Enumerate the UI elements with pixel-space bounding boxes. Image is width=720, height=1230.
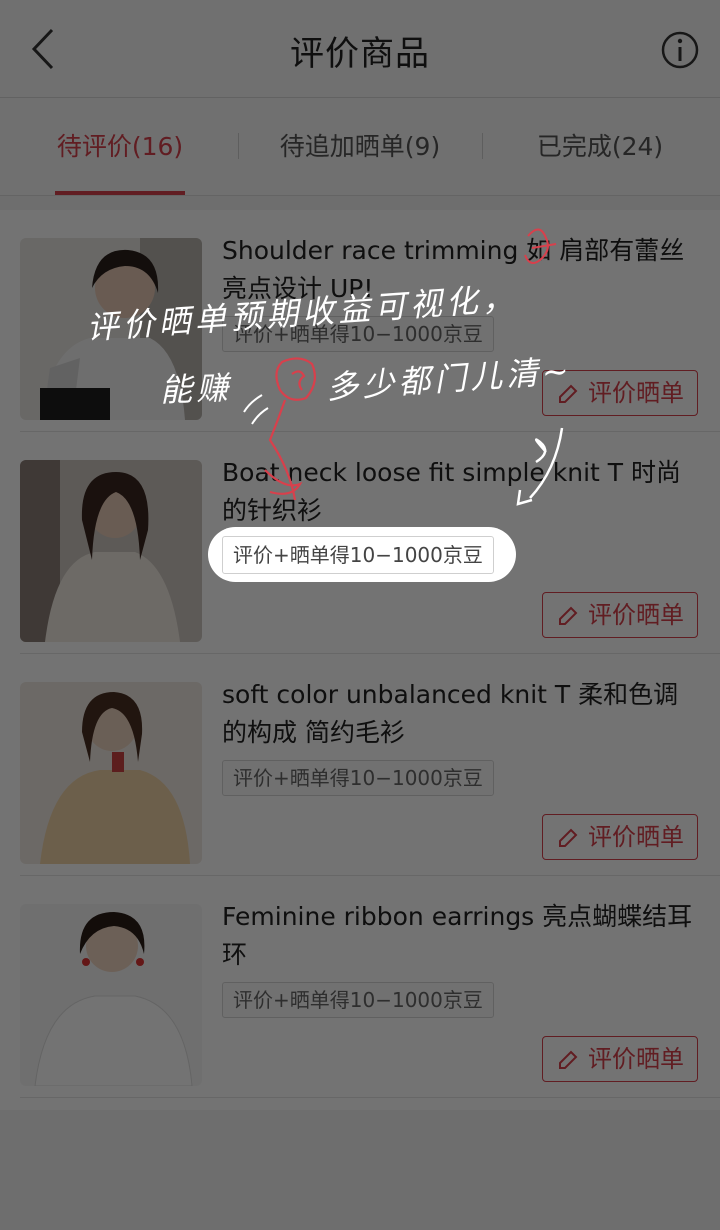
review-button-label: 评价晒单 [588,1045,684,1073]
review-tabs: 待评价(16) 待追加晒单(9) 已完成(24) [0,98,720,196]
highlighted-reward-chip: 评价+晒单得10−1000京豆 [222,536,494,574]
tab-divider [482,133,483,159]
review-photo-button[interactable]: 评价晒单 [542,1036,698,1082]
list-item: Feminine ribbon earrings 亮点蝴蝶结耳环 评价+晒单得1… [0,876,720,1098]
row-divider [20,1097,720,1098]
annotation-line-2-start: 能赚 [159,368,233,410]
review-button-label: 评价晒单 [588,379,684,407]
list-item: soft color unbalanced knit T 柔和色调的构成 简约毛… [0,654,720,876]
tab-divider [238,133,239,159]
app-header: 评价商品 [0,0,720,98]
tab-completed[interactable]: 已完成(24) [500,98,700,195]
product-name[interactable]: Boat neck loose fit simple knit T 时尚的针织衫 [222,454,697,530]
review-button-label: 评价晒单 [588,823,684,851]
review-photo-button[interactable]: 评价晒单 [542,592,698,638]
product-name[interactable]: Feminine ribbon earrings 亮点蝴蝶结耳环 [222,898,697,974]
product-image[interactable] [20,904,202,1086]
edit-pencil-icon [559,1050,578,1069]
product-image[interactable] [20,460,202,642]
reward-chip: 评价+晒单得10−1000京豆 [222,982,494,1018]
tab-pending-review[interactable]: 待评价(16) [20,98,220,195]
review-button-label: 评价晒单 [588,601,684,629]
product-name[interactable]: soft color unbalanced knit T 柔和色调的构成 简约毛… [222,676,697,752]
product-image[interactable] [20,682,202,864]
edit-pencil-icon [559,828,578,847]
active-tab-indicator [55,191,185,195]
tab-pending-photo[interactable]: 待追加晒单(9) [260,98,460,195]
reward-chip: 评价+晒单得10−1000京豆 [222,760,494,796]
info-icon[interactable] [660,30,700,70]
edit-pencil-icon [559,606,578,625]
page-title: 评价商品 [290,34,430,74]
review-photo-button[interactable]: 评价晒单 [542,814,698,860]
